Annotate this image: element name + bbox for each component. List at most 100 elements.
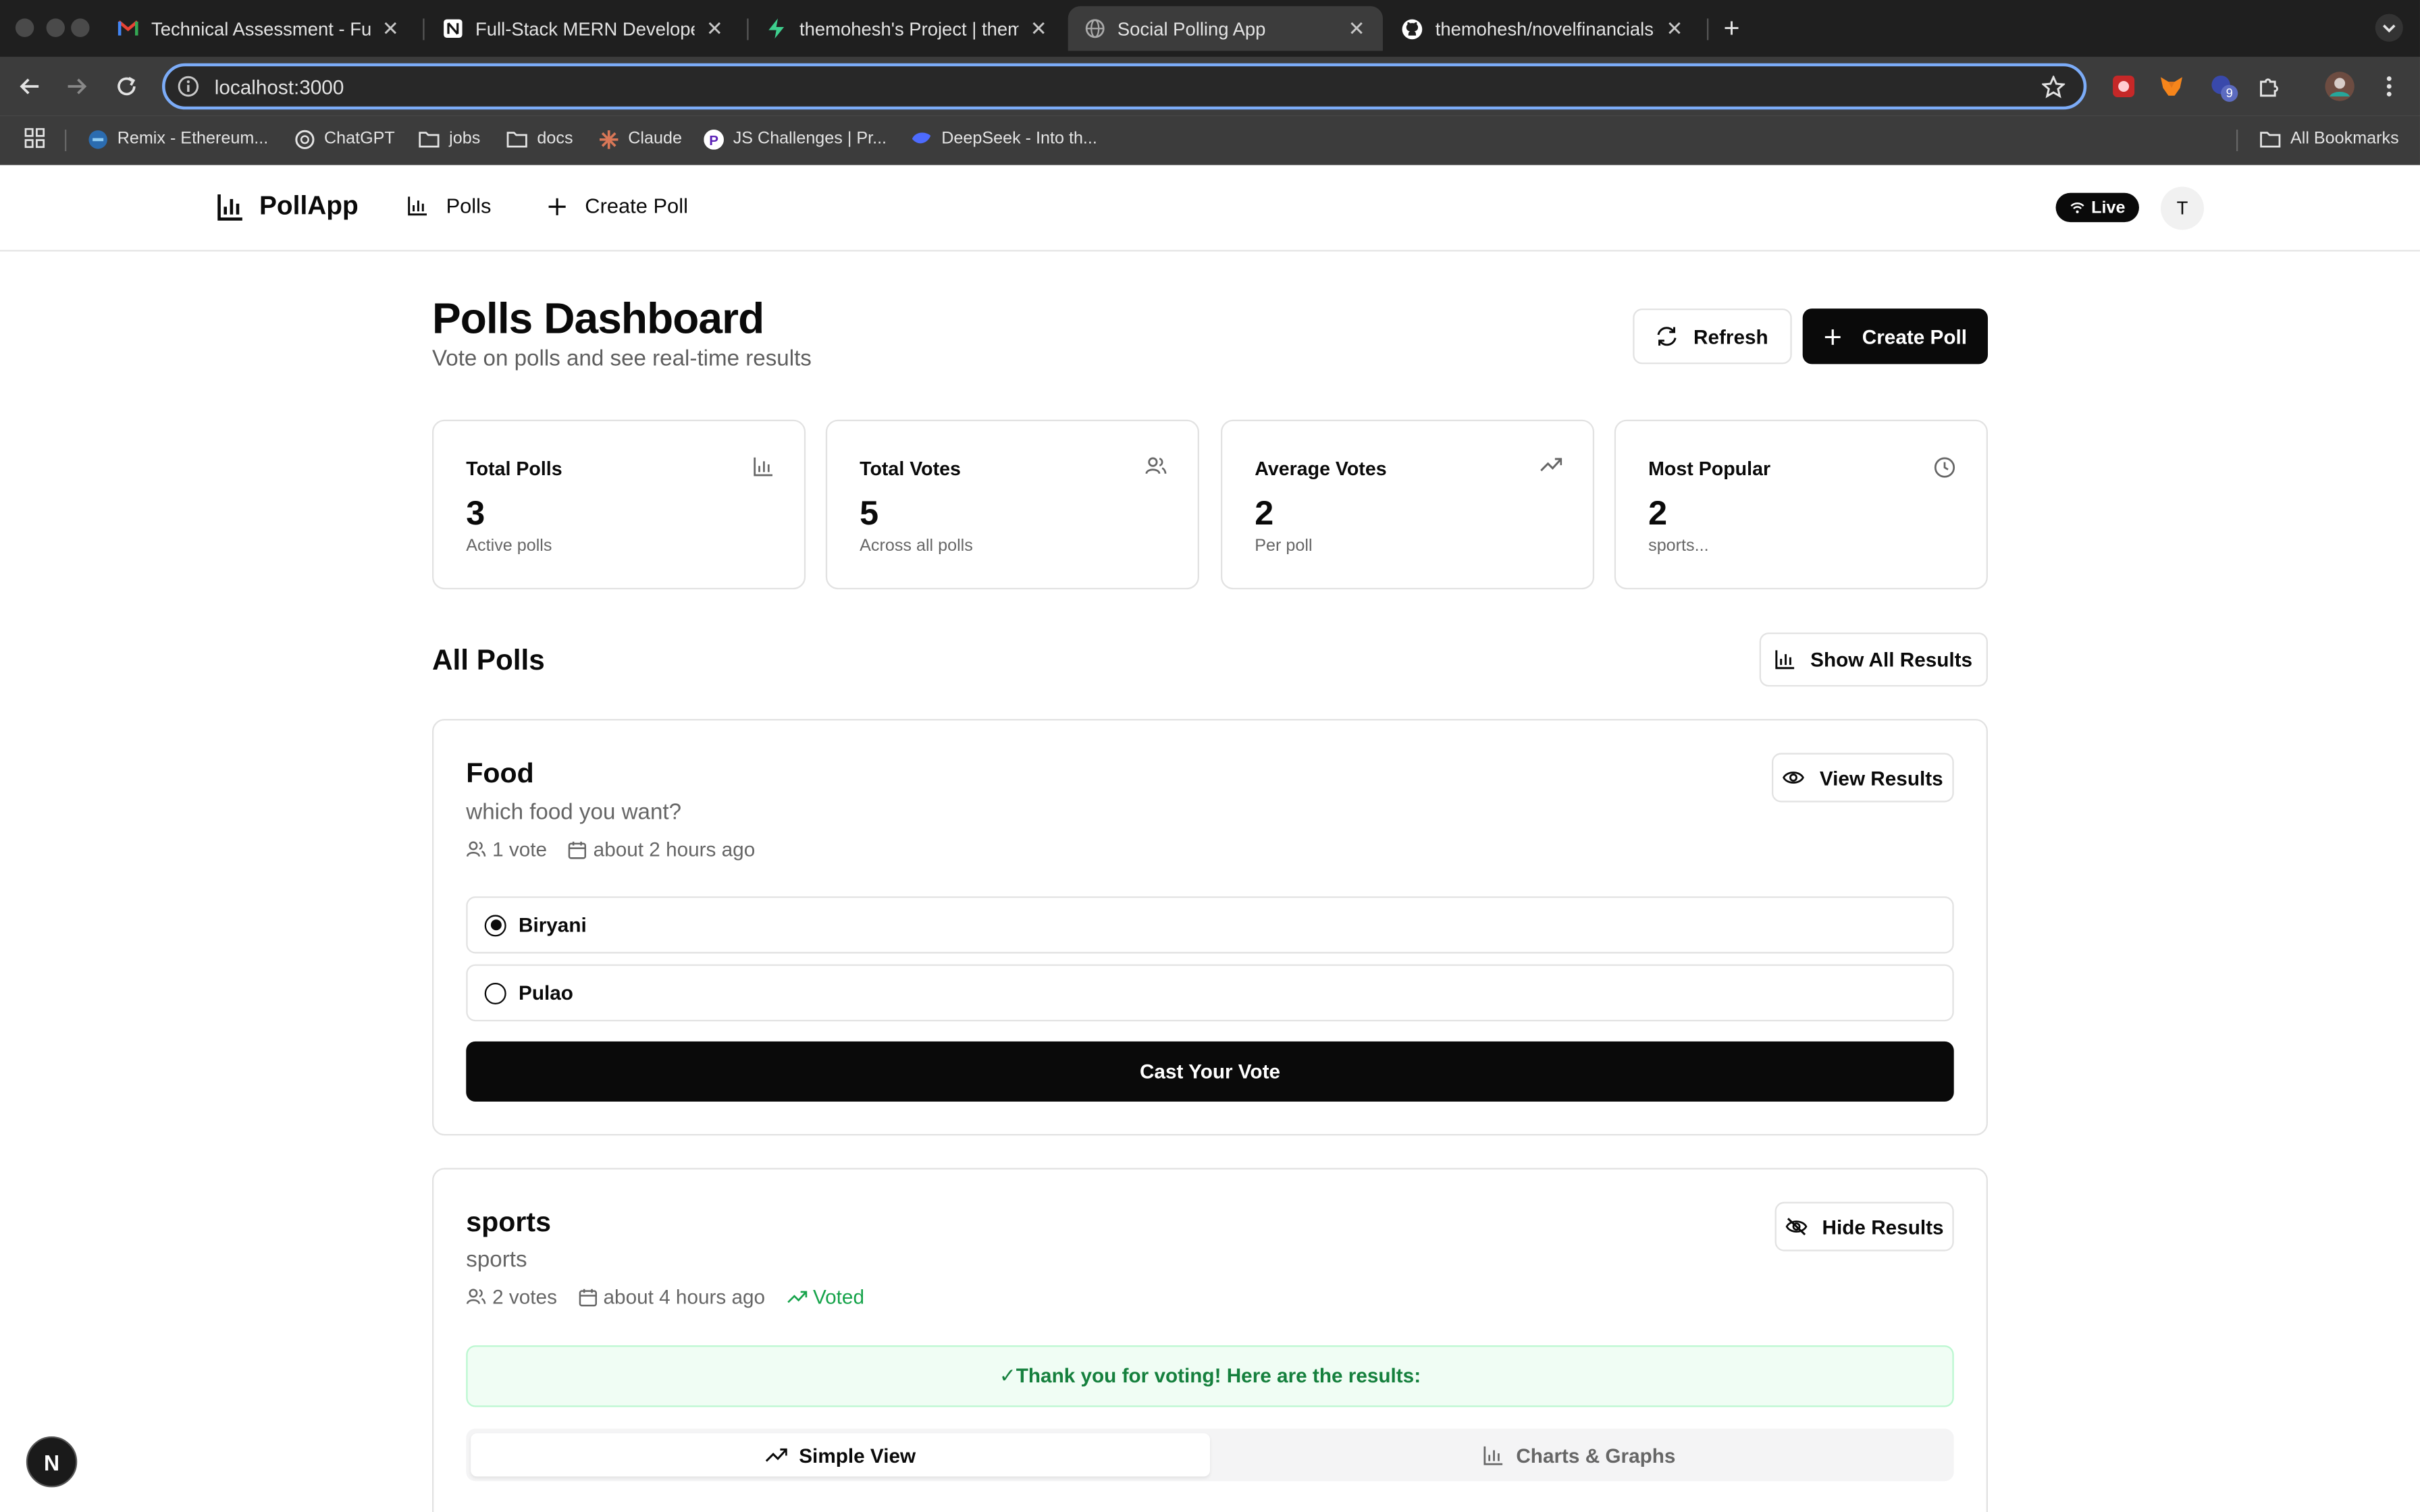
nav-polls-link[interactable]: Polls	[407, 194, 491, 217]
back-arrow-icon[interactable]	[14, 71, 45, 102]
apps-grid-icon[interactable]	[24, 128, 45, 148]
metamask-fox-icon[interactable]	[2156, 71, 2187, 102]
tab-charts-graphs[interactable]: Charts & Graphs	[1210, 1433, 1949, 1476]
bookmark-jobs[interactable]: jobs	[418, 128, 480, 150]
site-info-icon[interactable]	[178, 76, 199, 97]
brand-logo[interactable]: PollApp	[216, 191, 359, 222]
minimize-window-button[interactable]	[46, 18, 65, 37]
tab-simple-view[interactable]: Simple View	[471, 1433, 1210, 1477]
bookmark-js-challenges[interactable]: P JS Challenges | Pr...	[702, 128, 887, 150]
radio-unselected[interactable]	[484, 981, 506, 1004]
chatgpt-icon	[293, 128, 315, 150]
stat-note: sports...	[1648, 537, 1709, 556]
app-navbar: PollApp Polls Create Poll Live T	[0, 165, 2420, 252]
poll-title: sports	[466, 1206, 552, 1238]
bookmarks-bar: Remix - Ethereum... ChatGPT jobs docs Cl…	[0, 115, 2420, 165]
gmail-icon	[117, 18, 139, 39]
refresh-button[interactable]: Refresh	[1633, 308, 1792, 364]
folder-icon	[2259, 128, 2281, 150]
tab-close-icon[interactable]: ✕	[379, 16, 401, 39]
tab-label: Simple View	[799, 1443, 916, 1467]
forward-arrow-icon[interactable]	[61, 71, 93, 102]
extension-badge-count: 9	[2221, 84, 2238, 102]
bookmark-label: Remix - Ethereum...	[117, 129, 269, 148]
cast-vote-button[interactable]: Cast Your Vote	[466, 1041, 1954, 1102]
nav-create-poll-link[interactable]: Create Poll	[548, 194, 688, 217]
show-all-results-button[interactable]: Show All Results	[1759, 632, 1988, 687]
bookmark-chatgpt[interactable]: ChatGPT	[293, 128, 395, 150]
option-label: Biryani	[518, 913, 587, 937]
bar-chart-icon	[1483, 1445, 1504, 1465]
refresh-label: Refresh	[1693, 325, 1768, 348]
users-icon	[466, 1289, 486, 1305]
view-results-button[interactable]: View Results	[1771, 753, 1954, 803]
all-bookmarks[interactable]: All Bookmarks	[2259, 128, 2399, 150]
poll-description: sports	[466, 1248, 527, 1273]
calendar-icon	[569, 840, 587, 859]
poll-option-pulao[interactable]: Pulao	[466, 964, 1954, 1022]
voted-label: Voted	[812, 1285, 864, 1309]
bookmark-star-icon[interactable]	[2041, 75, 2066, 99]
bookmark-label: DeepSeek - Into th...	[941, 129, 1097, 148]
bar-chart-icon	[216, 193, 244, 221]
tab-close-icon[interactable]: ✕	[1664, 16, 1685, 39]
users-icon	[466, 841, 486, 858]
poll-description: which food you want?	[466, 801, 682, 826]
calendar-icon	[579, 1287, 597, 1306]
browser-tab[interactable]: Full-Stack MERN Developer T ✕	[426, 6, 741, 51]
bookmark-remix[interactable]: Remix - Ethereum...	[86, 128, 268, 150]
browser-tab[interactable]: Technical Assessment - Fullst ✕	[102, 6, 417, 51]
stat-note: Across all polls	[860, 537, 973, 556]
hide-results-button[interactable]: Hide Results	[1774, 1202, 1954, 1251]
deepseek-icon	[911, 128, 932, 150]
profile-avatar-icon[interactable]	[2324, 71, 2355, 102]
reload-icon[interactable]	[111, 71, 142, 102]
bookmark-label: ChatGPT	[323, 129, 395, 148]
nextjs-dev-indicator[interactable]: N	[26, 1436, 78, 1488]
poll-option-biryani[interactable]: Biryani	[466, 896, 1954, 954]
tab-title: themohesh/novelfinancials-a	[1435, 18, 1655, 40]
bookmark-deepseek[interactable]: DeepSeek - Into th...	[911, 128, 1097, 150]
stat-value: 2	[1648, 493, 1668, 533]
new-tab-plus-icon[interactable]: +	[1716, 11, 1747, 43]
extensions-puzzle-icon[interactable]	[2255, 71, 2286, 102]
stat-card-total-polls: Total Polls 3 Active polls	[431, 419, 806, 590]
browser-tab[interactable]: themohesh's Project | themo ✕	[750, 6, 1065, 51]
stat-label: Total Polls	[466, 458, 562, 480]
poll-card-sports: sports sports 2 votes about 4 hours ago …	[431, 1168, 1988, 1512]
bookmark-docs[interactable]: docs	[506, 128, 573, 150]
tab-close-icon[interactable]: ✕	[1346, 16, 1367, 39]
remix-icon	[86, 128, 108, 150]
eye-off-icon	[1785, 1217, 1807, 1236]
create-poll-button[interactable]: Create Poll	[1802, 308, 1988, 364]
maximize-window-button[interactable]	[71, 18, 90, 37]
tab-search-chevron-icon[interactable]	[2373, 12, 2404, 43]
created-time-label: about 4 hours ago	[603, 1285, 766, 1309]
radio-selected[interactable]	[484, 914, 506, 936]
url-text: localhost:3000	[214, 74, 344, 99]
browser-tab[interactable]: themohesh/novelfinancials-a ✕	[1386, 6, 1701, 51]
tab-title: Social Polling App	[1117, 18, 1266, 40]
brand-name: PollApp	[259, 191, 359, 221]
poll-title: Food	[466, 757, 534, 788]
tab-close-icon[interactable]: ✕	[1028, 16, 1049, 39]
stat-card-most-popular: Most Popular 2 sports...	[1614, 419, 1988, 590]
eye-icon	[1783, 770, 1804, 786]
browser-tab-active[interactable]: Social Polling App ✕	[1068, 6, 1383, 51]
create-poll-label: Create Poll	[1862, 325, 1968, 348]
bookmark-claude[interactable]: Claude	[598, 128, 682, 150]
extension-badge-icon[interactable]: 9	[2207, 71, 2238, 102]
extension-red-icon[interactable]	[2108, 71, 2139, 102]
close-window-button[interactable]	[15, 18, 34, 37]
bar-chart-icon	[753, 457, 773, 477]
tab-close-icon[interactable]: ✕	[704, 16, 725, 39]
vote-count-label: 1 vote	[492, 838, 548, 861]
address-bar[interactable]: localhost:3000	[161, 63, 2087, 110]
live-label: Live	[2091, 198, 2126, 217]
browser-menu-icon[interactable]	[2373, 71, 2404, 102]
bookmark-label: jobs	[449, 129, 481, 148]
stat-note: Per poll	[1255, 537, 1313, 556]
user-avatar[interactable]: T	[2160, 186, 2204, 230]
thank-you-banner: ✓Thank you for voting! Here are the resu…	[466, 1345, 1954, 1407]
vote-count: 2 votes	[466, 1285, 557, 1308]
